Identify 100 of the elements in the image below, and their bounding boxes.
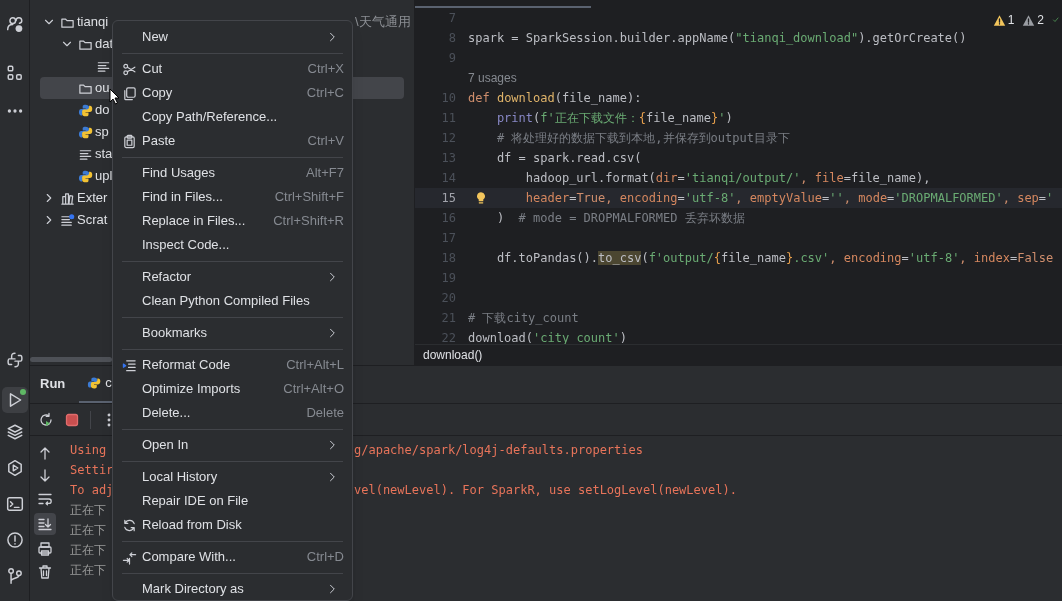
line-number: 15 [441,191,456,205]
shortcut-text: Ctrl+Alt+L [286,356,345,375]
tree-item-label[interactable]: sp [95,122,109,142]
shortcut-text: Ctrl+X [307,60,345,79]
code-line: # 下载city_count [468,310,579,327]
menu-item[interactable]: Find Usages Alt+F7 [119,161,346,185]
python-file-icon [87,376,102,390]
code-line: hadoop_url.format(dir='tianqi/output/', file=file_name), [525,170,931,187]
console-text: g/apache/spark/log4j-defaults.properties [354,442,643,459]
scroll-to-end-icon [37,516,53,532]
reformat-icon [122,357,137,373]
stop-icon[interactable] [64,411,80,428]
python-file-icon [78,102,93,118]
trash-icon[interactable] [37,564,53,580]
mouse-cursor-icon [109,88,120,105]
run-tool-button[interactable] [1,387,28,413]
menu-item[interactable]: Mark Directory as [119,577,346,600]
shortcut-text: Delete [306,404,345,423]
menu-item[interactable]: Reload from Disk [119,513,346,537]
menu-item[interactable]: Cut Ctrl+X [119,57,346,81]
scratch-icon [60,212,75,228]
library-icon [60,190,75,206]
tree-item-label[interactable]: tianqi [77,12,109,32]
tree-item-label[interactable]: sta [95,144,113,164]
soft-wrap-icon[interactable] [37,491,53,507]
usages-hint[interactable]: 7 usages [468,69,517,87]
code-line: # 将处理好的数据下载到本地,并保存到output目录下 [496,130,790,147]
shortcut-text: Alt+F7 [306,164,345,183]
code-line: ) # mode = DROPMALFORMED 丢弃坏数据 [496,210,745,227]
tree-item-label[interactable]: Exter [77,188,108,208]
console-text: 正在下 [70,503,106,517]
python-file-icon [78,168,93,184]
menu-item[interactable]: Inspect Code... [119,233,346,257]
code-line: df.toPandas().to_csv(f'output/{file_name}.csv', encoding='utf-8', index=False [496,250,1054,267]
lightbulb-icon[interactable] [474,190,488,206]
menu-item[interactable]: Local History [119,465,346,489]
menu-item[interactable]: Copy Ctrl+C [119,81,346,105]
console-text: vel(newLevel). For SparkR, use setLogLevel(newLevel). [354,482,737,499]
warning-icon[interactable] [992,13,1006,27]
menu-item[interactable]: Clean Python Compiled Files [119,289,346,313]
structure-icon[interactable] [5,64,24,82]
copy-icon [122,85,137,101]
warning-icon[interactable] [1022,13,1036,27]
tree-item-label[interactable]: ou [95,78,110,98]
tree-item-label[interactable]: Scrat [77,210,108,230]
console-text: 正在下 [70,563,106,577]
shortcut-text: Ctrl+D [306,548,345,567]
scroll-to-end-button[interactable] [34,513,56,535]
shortcut-text: Ctrl+Alt+O [283,380,345,399]
menu-item[interactable]: Reformat Code Ctrl+Alt+L [119,353,346,377]
compare-icon [122,549,137,565]
clipboard-icon [122,133,137,149]
shortcut-text: Ctrl+V [307,132,345,151]
rerun-icon[interactable] [38,411,54,428]
tree-item-label[interactable]: dat [95,34,114,54]
shortcut-text: Ctrl+Shift+F [274,188,345,207]
scrollbar[interactable] [30,357,112,362]
code-line: def download(file_name): [468,90,642,107]
console-text: To adj [70,483,114,497]
menu-item[interactable]: Paste Ctrl+V [119,129,346,153]
console-text: Using [70,443,107,457]
problems-icon[interactable] [5,531,24,549]
menu-item[interactable]: Open In [119,433,346,457]
reload-icon [122,517,137,533]
breadcrumb[interactable]: download() [423,346,483,364]
python-file-icon [78,124,93,140]
tree-item-label[interactable]: do [95,100,110,120]
services-icon[interactable] [5,459,24,477]
menu-item[interactable]: Bookmarks [119,321,346,345]
code-line: download('city_count') [468,330,627,344]
console-text: 正在下 [70,523,106,537]
print-icon[interactable] [37,541,53,557]
git-icon[interactable] [5,567,24,585]
terminal-icon[interactable] [5,495,24,513]
menu-item[interactable]: Compare With... Ctrl+D [119,545,346,569]
people-help-icon[interactable] [5,15,24,33]
code-line: df = spark.read.csv( [496,150,642,167]
code-line: print(f'正在下载文件：{file_name}') [496,110,733,127]
path-text: \天气通用 [355,13,411,32]
shortcut-text: Ctrl+Shift+R [273,212,345,231]
code-line: header=True, encoding='utf-8', emptyValue='', mode='DROPMALFORMED', sep=' [525,190,1054,207]
menu-item[interactable]: Find in Files... Ctrl+Shift+F [119,185,346,209]
menu-item[interactable]: Refactor [119,265,346,289]
panel-title: Run [40,375,66,394]
shortcut-text: Ctrl+C [306,84,345,103]
tree-item-label[interactable]: upl [95,166,113,186]
scissors-icon [122,61,137,77]
python-console-icon[interactable] [5,351,24,369]
code-line: spark = SparkSession.builder.appName("tianqi_download").getOrCreate() [468,30,967,47]
layers-icon[interactable] [5,423,24,441]
menu-item[interactable]: Optimize Imports Ctrl+Alt+O [119,377,346,401]
problem-count[interactable]: 1 [1007,11,1015,29]
menu-item[interactable]: Delete... Delete [119,401,346,425]
menu-item[interactable]: Repair IDE on File [119,489,346,513]
menu-item[interactable]: Replace in Files... Ctrl+Shift+R [119,209,346,233]
menu-item[interactable]: New [119,25,346,49]
console-text: Settir [70,463,114,477]
console-text: 正在下 [70,543,106,557]
problem-count[interactable]: 2 [1037,11,1044,29]
menu-item[interactable]: Copy Path/Reference... [119,105,346,129]
